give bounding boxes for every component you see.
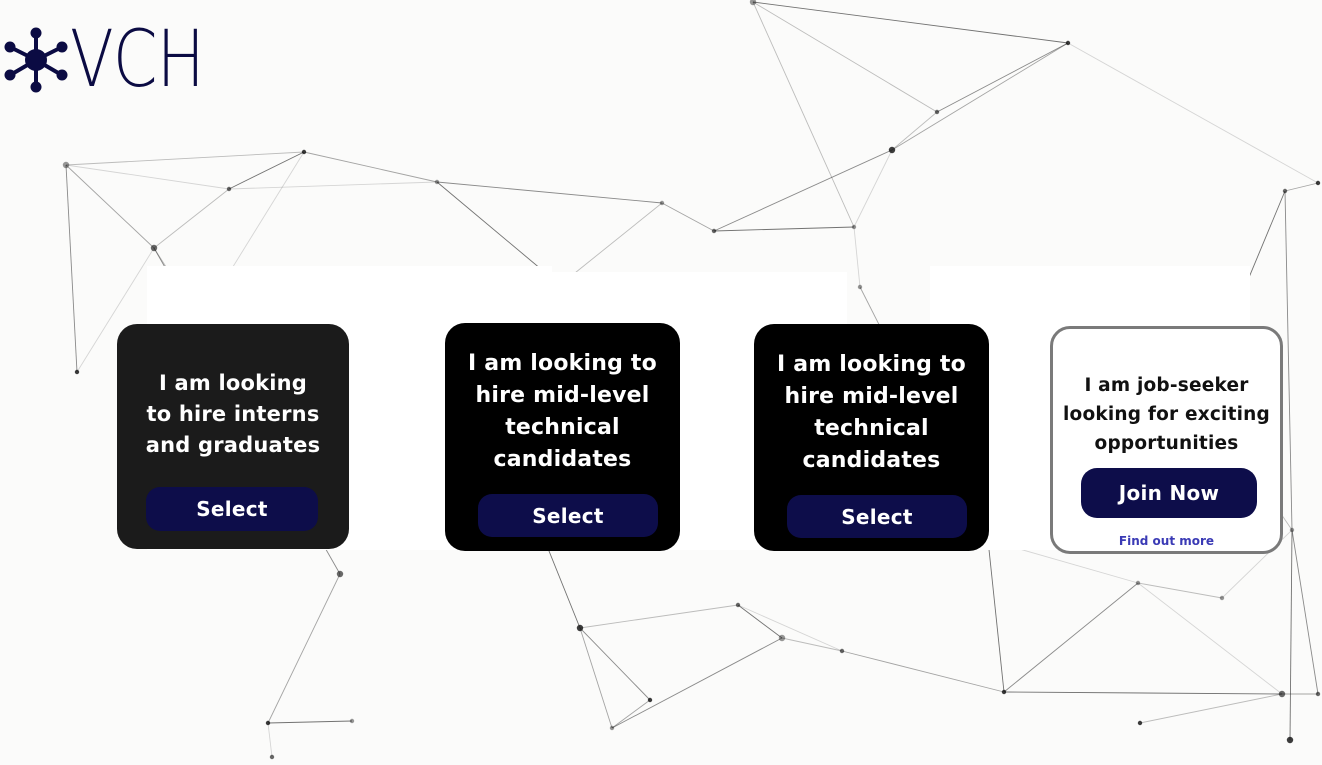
network-node [778, 634, 786, 642]
network-node [1286, 736, 1294, 744]
network-line [267, 720, 353, 724]
select-button[interactable]: Select [478, 494, 658, 537]
network-line [303, 151, 438, 183]
network-line [65, 164, 78, 373]
network-node [1278, 690, 1286, 698]
network-line [1289, 529, 1293, 741]
network-line [1067, 42, 1319, 184]
network-line [781, 637, 843, 652]
network-line [853, 149, 893, 228]
network-line [752, 1, 855, 228]
network-line [1291, 529, 1319, 695]
card-title: I am job-seeker looking for exciting opp… [1063, 375, 1270, 454]
network-line [841, 650, 1005, 693]
network-node [1219, 595, 1225, 601]
network-node [1289, 527, 1295, 533]
network-node [609, 725, 615, 731]
network-node [647, 697, 653, 703]
network-node [150, 244, 158, 252]
network-node [1282, 188, 1288, 194]
network-line [713, 226, 855, 232]
network-line [228, 181, 438, 190]
network-node [434, 179, 440, 185]
network-line [1137, 582, 1223, 599]
network-line [987, 539, 1005, 693]
network-line [436, 181, 663, 204]
network-line [65, 164, 155, 249]
network-line [1284, 182, 1319, 192]
network-line [1284, 190, 1293, 531]
brand-logo[interactable]: VCH [2, 21, 233, 99]
network-line [752, 1, 1069, 44]
network-node [711, 228, 717, 234]
network-node [659, 200, 665, 206]
molecule-logo-icon [4, 27, 68, 93]
find-out-more-link[interactable]: Find out more [1053, 534, 1280, 548]
network-line [661, 202, 715, 232]
hire-mid-level-card: I am looking to hire mid-level technical… [445, 323, 680, 551]
network-node [888, 146, 896, 154]
network-line [853, 226, 861, 288]
network-line [1139, 693, 1283, 724]
network-node [74, 369, 80, 375]
network-node [735, 602, 741, 608]
network-line [267, 722, 273, 758]
hire-mid-level-card: I am looking to hire mid-level technical… [754, 324, 989, 551]
network-line [611, 637, 783, 729]
network-node [857, 284, 863, 290]
network-node [749, 0, 757, 6]
network-line [737, 604, 843, 652]
network-node [1135, 580, 1141, 586]
network-node [851, 224, 857, 230]
network-node [1137, 720, 1143, 726]
network-node [1315, 180, 1321, 186]
network-node [336, 570, 344, 578]
network-line [579, 627, 651, 701]
network-node [1001, 689, 1007, 695]
network-line [752, 1, 938, 113]
select-button[interactable]: Select [787, 495, 967, 538]
network-node [839, 648, 845, 654]
select-button[interactable]: Select [146, 487, 318, 531]
network-node [265, 720, 271, 726]
network-node [62, 161, 70, 169]
network-line [891, 111, 938, 151]
network-line [1003, 582, 1139, 693]
card-title: I am looking to hire mid-level technical… [468, 351, 657, 472]
job-seeker-card: I am job-seeker looking for exciting opp… [1050, 326, 1283, 554]
logo-text: VCH [70, 15, 205, 105]
card-title: I am looking to hire mid-level technical… [777, 352, 966, 473]
network-line [579, 627, 613, 729]
network-node [301, 149, 307, 155]
network-node [1315, 691, 1321, 697]
network-line [611, 699, 651, 729]
network-line [936, 42, 1069, 113]
network-node [1065, 40, 1071, 46]
network-line [579, 604, 739, 629]
network-line [65, 151, 305, 166]
card-title: I am looking to hire interns and graduat… [145, 371, 321, 457]
network-line [267, 573, 341, 724]
network-node [934, 109, 940, 115]
hire-interns-card: I am looking to hire interns and graduat… [117, 324, 349, 549]
network-line [153, 188, 230, 249]
join-now-button[interactable]: Join Now [1081, 468, 1257, 518]
network-node [349, 718, 355, 724]
network-line [1003, 691, 1283, 695]
network-node [226, 186, 232, 192]
network-node [269, 754, 275, 760]
network-node [576, 624, 584, 632]
network-line [713, 149, 893, 232]
network-line [65, 164, 230, 190]
network-line [891, 42, 1069, 151]
network-line [1137, 582, 1283, 695]
